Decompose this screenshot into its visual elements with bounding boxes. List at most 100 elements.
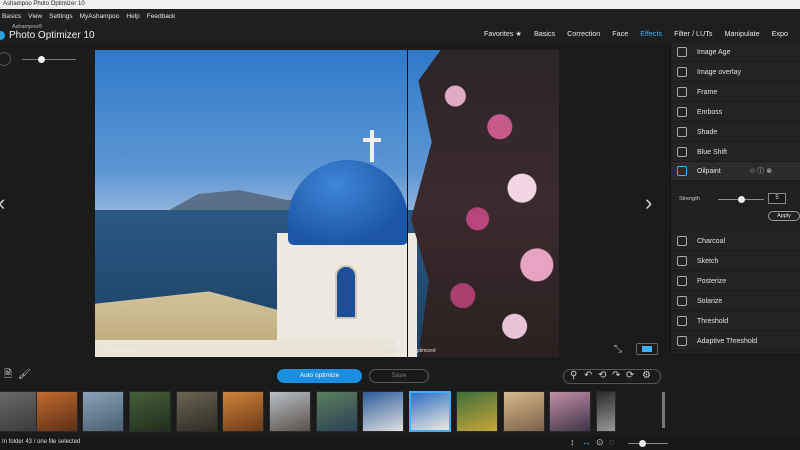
save-button[interactable]: Save <box>369 369 429 383</box>
thumbnail-selected[interactable] <box>409 391 451 432</box>
thumbnail[interactable] <box>549 391 591 432</box>
zoom-slider-track[interactable] <box>22 59 76 60</box>
tab-favorites[interactable]: Favorites ★ <box>484 29 522 38</box>
effect-image-age[interactable]: Image Age <box>671 43 800 62</box>
strength-slider-handle[interactable] <box>738 196 745 203</box>
window-title: Ashampoo Photo Optimizer 10 <box>3 1 85 7</box>
tab-export[interactable]: Expo <box>772 29 788 38</box>
effect-frame[interactable]: Frame <box>671 83 800 102</box>
photo-copyright: © Katharina Stang <box>100 347 141 353</box>
thumbnail[interactable] <box>176 391 218 432</box>
photo-church-window <box>335 265 357 319</box>
status-zoom-track[interactable] <box>628 443 668 444</box>
zoom-fit-icon[interactable] <box>0 52 11 66</box>
thumbnail[interactable] <box>82 391 124 432</box>
fit-width-icon[interactable]: ↔ <box>582 438 591 447</box>
brush-icon <box>677 166 687 176</box>
zoom-slider-handle[interactable] <box>38 56 45 63</box>
optimized-label: Optimized <box>413 348 436 354</box>
effect-image-overlay[interactable]: Image overlay <box>671 63 800 82</box>
undo-all-icon[interactable]: ⟲ <box>598 371 606 381</box>
tab-effects[interactable]: Effects <box>640 29 662 38</box>
category-tabs: Favorites ★ Basics Correction Face Effec… <box>484 23 800 43</box>
adaptive-threshold-icon <box>677 336 687 346</box>
menu-feedback[interactable]: Feedback <box>147 13 176 20</box>
charcoal-icon <box>677 236 687 246</box>
tab-basics[interactable]: Basics <box>534 29 555 38</box>
help-icon[interactable]: ⓘ <box>757 168 766 175</box>
app-logo-icon <box>0 31 5 40</box>
menu-myashampoo[interactable]: MyAshampoo <box>80 13 120 20</box>
effect-shade[interactable]: Shade <box>671 123 800 142</box>
effect-emboss[interactable]: Emboss <box>671 103 800 122</box>
tab-face[interactable]: Face <box>612 29 628 38</box>
shrink-arrows-icon[interactable]: ⤡ <box>614 344 622 355</box>
status-bar: In folder 43 / one file selected ↕ ↔ ⊙ ◌ <box>0 436 800 450</box>
shade-icon <box>677 127 687 137</box>
tab-filter-luts[interactable]: Filter / LUTs <box>674 29 712 38</box>
menu-basics[interactable]: Basics <box>2 13 21 20</box>
brand-name: Photo Optimizer 10 <box>9 30 95 41</box>
thumbnail[interactable] <box>456 391 498 432</box>
photo-cross <box>370 130 374 162</box>
thumbnail[interactable] <box>316 391 358 432</box>
effect-adaptive-threshold[interactable]: Adaptive Threshold <box>671 332 800 351</box>
thumbnail[interactable] <box>0 391 38 432</box>
thumbnail[interactable] <box>36 391 78 432</box>
menu-settings[interactable]: Settings <box>49 13 73 20</box>
oilpaint-settings: Strength 5 Apply <box>671 181 800 231</box>
app-header: Ashampoo® Photo Optimizer 10 Favorites ★… <box>0 23 800 43</box>
effect-oilpaint[interactable]: Oilpaint <box>671 162 800 181</box>
frame-icon <box>677 87 687 97</box>
overlay-icon <box>677 67 687 77</box>
effect-posterize[interactable]: Posterize <box>671 272 800 291</box>
photo-canvas[interactable]: © Katharina Stang Original Optimized <box>95 50 559 357</box>
effect-threshold[interactable]: Threshold <box>671 312 800 331</box>
emboss-icon <box>677 107 687 117</box>
strength-value-input[interactable]: 5 <box>768 193 786 204</box>
tab-correction[interactable]: Correction <box>567 29 600 38</box>
reset-icon[interactable]: ⊗ <box>766 168 774 175</box>
menu-help[interactable]: Help <box>126 13 139 20</box>
redo-icon[interactable]: ↷ <box>612 371 620 381</box>
effect-solarize[interactable]: Solarize <box>671 292 800 311</box>
sketch-icon <box>677 256 687 266</box>
before-after-split-line[interactable] <box>407 50 408 357</box>
rotate-icon[interactable]: ⟳ <box>626 371 634 381</box>
document-icon[interactable]: 🗎 <box>4 370 12 380</box>
oilpaint-actions: ☆ⓘ⊗ <box>749 166 774 176</box>
status-zoom-handle[interactable] <box>639 440 646 447</box>
effect-charcoal[interactable]: Charcoal <box>671 232 800 251</box>
thumbnail[interactable] <box>269 391 311 432</box>
title-bar: Ashampoo Photo Optimizer 10 <box>0 0 800 9</box>
hourglass-icon <box>677 47 687 57</box>
effects-panel: Image Age Image overlay Frame Emboss Sha… <box>670 43 800 353</box>
thumbnail[interactable] <box>503 391 545 432</box>
tab-manipulate[interactable]: Manipulate <box>724 29 759 38</box>
menu-view[interactable]: View <box>28 13 42 20</box>
split-view-toggle[interactable] <box>636 343 658 355</box>
zoom-reset-icon[interactable]: ⊙ <box>596 438 604 447</box>
thumbnail-strip <box>0 388 665 434</box>
auto-optimize-button[interactable]: Auto optimize <box>277 369 362 383</box>
apply-button[interactable]: Apply <box>768 211 800 221</box>
thumbnail[interactable] <box>596 391 616 432</box>
zoom-control <box>0 52 90 66</box>
effect-sketch[interactable]: Sketch <box>671 252 800 271</box>
strength-label: Strength <box>679 196 700 202</box>
next-image-arrow-icon[interactable]: › <box>645 192 652 214</box>
effect-blue-shift[interactable]: Blue Shift <box>671 143 800 162</box>
thumbnail[interactable] <box>129 391 171 432</box>
magic-wand-icon[interactable]: ⚲ <box>570 371 577 381</box>
zoom-options-icon[interactable]: ◌ <box>609 438 614 447</box>
thumbnail[interactable] <box>362 391 404 432</box>
thumbnail-scrollbar[interactable] <box>662 392 665 428</box>
photo-bougainvillea <box>411 50 559 357</box>
fit-height-icon[interactable]: ↕ <box>570 438 575 447</box>
thumbnail[interactable] <box>222 391 264 432</box>
gear-icon[interactable]: ⚙ <box>642 371 651 381</box>
previous-image-arrow-icon[interactable]: ‹ <box>0 192 5 214</box>
brush-tool-icon[interactable]: 🖌 <box>18 370 31 380</box>
blue-shift-icon <box>677 147 687 157</box>
undo-icon[interactable]: ↶ <box>584 371 592 381</box>
